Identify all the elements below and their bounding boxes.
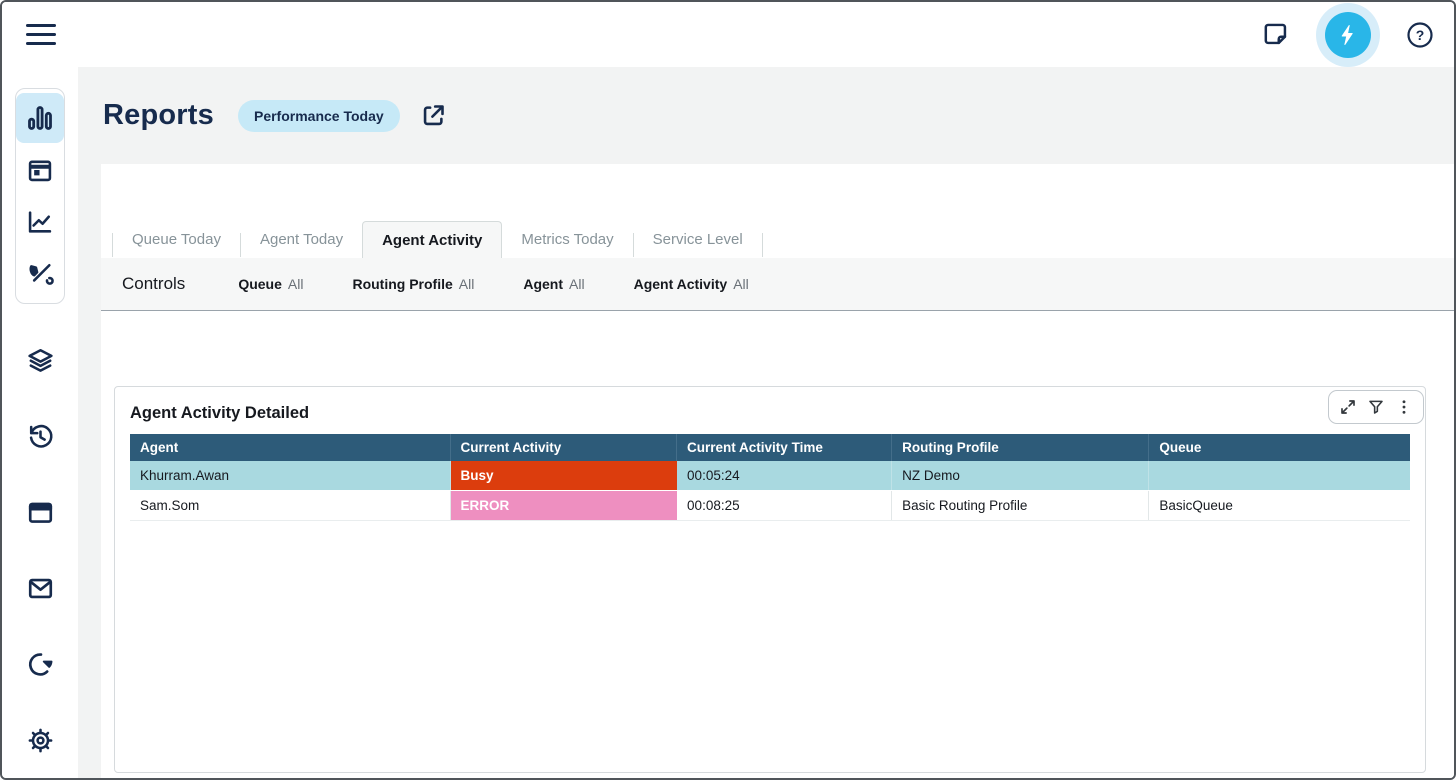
column-header-routing-profile[interactable]: Routing Profile bbox=[892, 434, 1149, 461]
controls-bar: Controls Queue All Routing Profile All Age… bbox=[101, 258, 1454, 311]
tab-metrics-today[interactable]: Metrics Today bbox=[502, 221, 632, 258]
browser-window-icon[interactable] bbox=[18, 487, 62, 537]
customize-icon[interactable] bbox=[18, 249, 62, 299]
current-activity-cell: ERROR bbox=[450, 491, 677, 521]
filter-label: Routing Profile bbox=[352, 276, 452, 292]
note-icon[interactable] bbox=[1263, 21, 1290, 48]
tab-agent-today[interactable]: Agent Today bbox=[241, 221, 362, 258]
help-icon[interactable]: ? bbox=[1406, 21, 1434, 49]
agent-filter[interactable]: Agent All bbox=[523, 276, 584, 292]
mail-icon[interactable] bbox=[18, 563, 62, 613]
sidebar-lower-group bbox=[18, 334, 62, 766]
lightning-icon[interactable] bbox=[1325, 12, 1371, 58]
table-header-row: Agent Current Activity Current Activity … bbox=[130, 434, 1410, 461]
card-toolbar bbox=[1328, 390, 1424, 424]
routing-profile-cell: Basic Routing Profile bbox=[892, 491, 1149, 521]
column-header-agent[interactable]: Agent bbox=[130, 434, 450, 461]
current-activity-cell: Busy bbox=[450, 461, 677, 491]
filter-label: Agent bbox=[523, 276, 563, 292]
column-header-current-activity-time[interactable]: Current Activity Time bbox=[677, 434, 892, 461]
top-bar: ? bbox=[2, 2, 1454, 67]
queue-cell bbox=[1149, 461, 1410, 491]
agent-cell: Khurram.Awan bbox=[130, 461, 450, 491]
page-title: Reports bbox=[103, 99, 214, 132]
tab-service-level[interactable]: Service Level bbox=[634, 221, 762, 258]
controls-label: Controls bbox=[122, 274, 185, 294]
line-chart-icon[interactable] bbox=[18, 197, 62, 247]
pie-chart-icon[interactable] bbox=[18, 639, 62, 689]
hamburger-menu-icon[interactable] bbox=[26, 20, 56, 48]
table-row[interactable]: Sam.Som ERROR 00:08:25 Basic Routing Pro… bbox=[130, 491, 1410, 521]
settings-icon[interactable] bbox=[18, 715, 62, 765]
filter-value: All bbox=[733, 276, 749, 292]
report-tabs: Queue Today Agent Today Agent Activity M… bbox=[101, 164, 1454, 258]
agent-activity-filter[interactable]: Agent Activity All bbox=[634, 276, 749, 292]
table-row[interactable]: Khurram.Awan Busy 00:05:24 NZ Demo bbox=[130, 461, 1410, 491]
agent-activity-table: Agent Current Activity Current Activity … bbox=[130, 434, 1410, 521]
expand-icon[interactable] bbox=[1337, 396, 1359, 418]
filter-icon[interactable] bbox=[1365, 396, 1387, 418]
main-content: Reports Performance Today Queue Today Ag… bbox=[78, 67, 1454, 778]
queue-filter[interactable]: Queue All bbox=[238, 276, 303, 292]
routing-profile-filter[interactable]: Routing Profile All bbox=[352, 276, 474, 292]
bar-chart-icon[interactable] bbox=[16, 93, 64, 143]
card-title: Agent Activity Detailed bbox=[115, 387, 1425, 434]
kebab-menu-icon[interactable] bbox=[1393, 396, 1415, 418]
current-activity-time-cell: 00:05:24 bbox=[677, 461, 892, 491]
quick-actions-halo bbox=[1316, 3, 1380, 67]
app-window: ? bbox=[0, 0, 1456, 780]
column-header-queue[interactable]: Queue bbox=[1149, 434, 1410, 461]
tab-divider bbox=[762, 233, 763, 257]
filter-label: Queue bbox=[238, 276, 282, 292]
queue-cell: BasicQueue bbox=[1149, 491, 1410, 521]
topbar-actions: ? bbox=[1263, 2, 1434, 67]
routing-profile-cell: NZ Demo bbox=[892, 461, 1149, 491]
agent-cell: Sam.Som bbox=[130, 491, 450, 521]
filter-value: All bbox=[288, 276, 304, 292]
calendar-icon[interactable] bbox=[18, 145, 62, 195]
sidebar-report-group bbox=[15, 88, 65, 304]
tab-queue-today[interactable]: Queue Today bbox=[113, 221, 240, 258]
current-activity-time-cell: 00:08:25 bbox=[677, 491, 892, 521]
left-sidebar bbox=[2, 67, 78, 778]
report-panel: Queue Today Agent Today Agent Activity M… bbox=[101, 164, 1454, 778]
agent-activity-card: Agent Activity Detailed Agent Current Ac… bbox=[114, 386, 1426, 773]
filter-value: All bbox=[569, 276, 585, 292]
svg-text:?: ? bbox=[1416, 27, 1425, 43]
filter-label: Agent Activity bbox=[634, 276, 728, 292]
page-header: Reports Performance Today bbox=[78, 67, 1454, 164]
tab-agent-activity[interactable]: Agent Activity bbox=[362, 221, 502, 258]
layers-icon[interactable] bbox=[18, 335, 62, 385]
history-icon[interactable] bbox=[18, 411, 62, 461]
external-link-icon[interactable] bbox=[420, 102, 447, 129]
filter-value: All bbox=[459, 276, 475, 292]
performance-today-badge[interactable]: Performance Today bbox=[238, 100, 400, 132]
column-header-current-activity[interactable]: Current Activity bbox=[450, 434, 677, 461]
